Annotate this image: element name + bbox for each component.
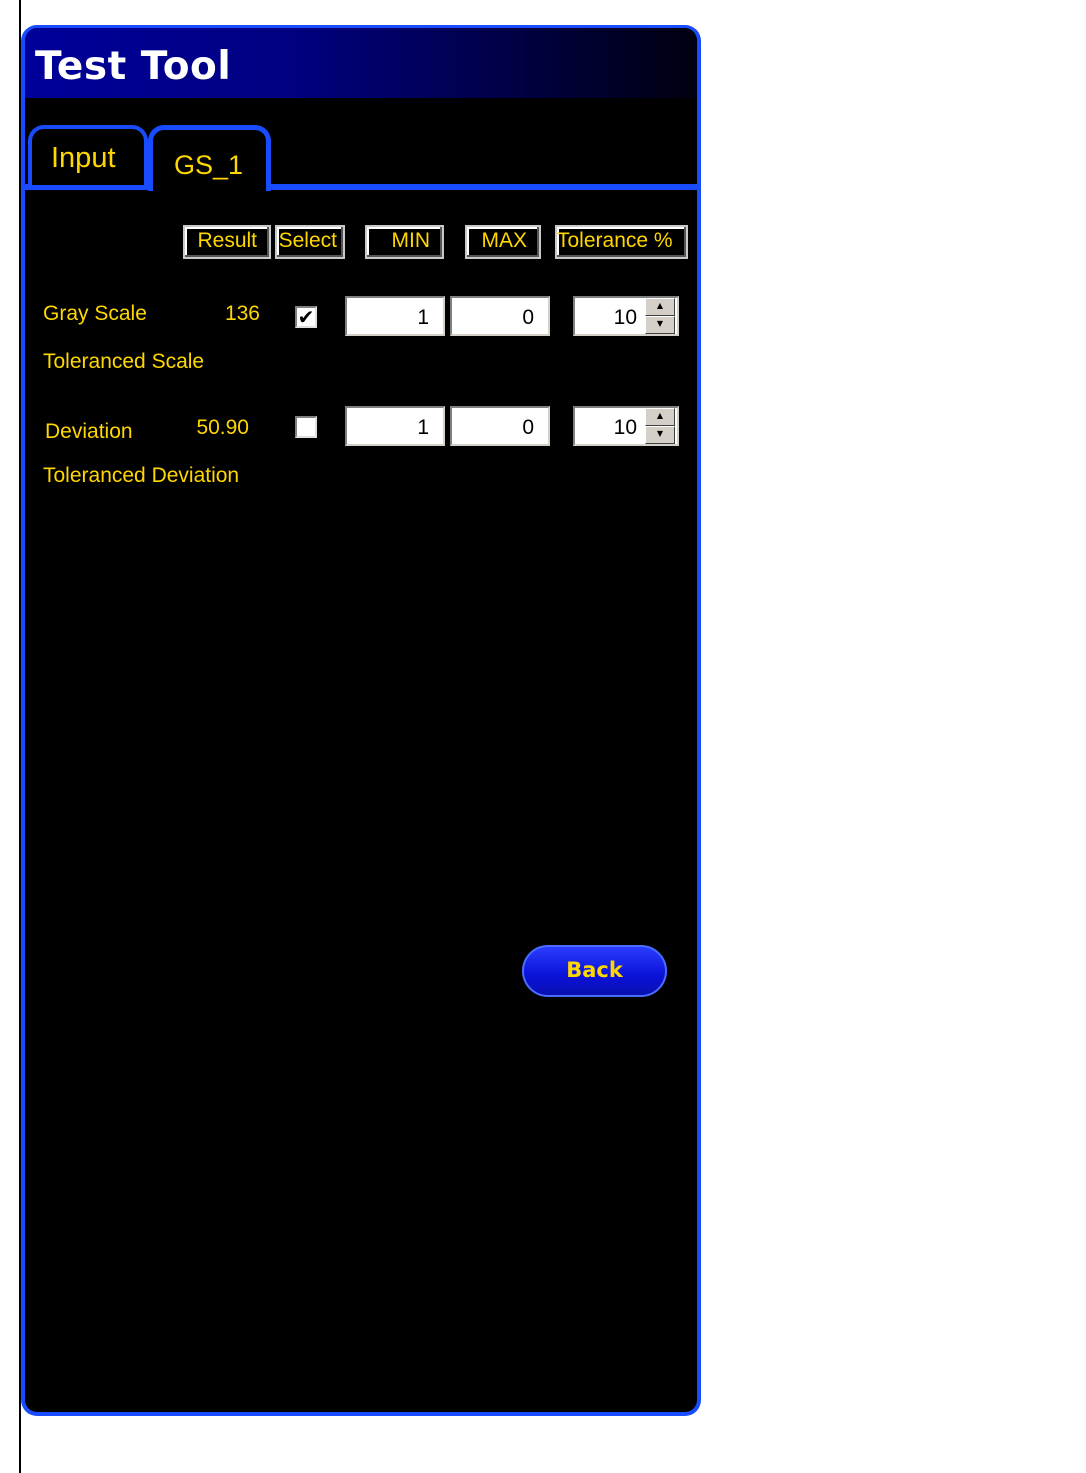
arrow-up-icon[interactable]: ▲	[645, 408, 675, 426]
result-deviation: 50.90	[196, 416, 249, 439]
max-field-gray-scale[interactable]: 0	[450, 296, 550, 336]
title-bar: Test Tool	[25, 28, 697, 98]
active-tab-gap	[153, 182, 266, 192]
arrow-down-icon[interactable]: ▼	[645, 316, 675, 334]
select-checkbox-deviation[interactable]	[295, 416, 317, 438]
result-gray-scale: 136	[224, 302, 260, 325]
row-label-gray-scale: Gray Scale	[43, 302, 147, 325]
tolerance-spinner-deviation[interactable]: ▲ ▼	[645, 408, 675, 444]
test-tool-window: Test Tool Input GS_1 Result Select MIN M…	[21, 25, 701, 1416]
column-header-select: Select	[275, 225, 345, 259]
arrow-up-icon[interactable]: ▲	[645, 298, 675, 316]
row-sublabel-toleranced-scale: Toleranced Scale	[43, 350, 205, 373]
row-sublabel-toleranced-deviation: Toleranced Deviation	[43, 464, 240, 487]
column-header-result: Result	[183, 225, 271, 259]
min-field-gray-scale[interactable]: 1	[345, 296, 445, 336]
column-header-min: MIN	[365, 225, 444, 259]
arrow-down-icon[interactable]: ▼	[645, 426, 675, 444]
check-icon: ✔	[297, 305, 315, 329]
column-header-max: MAX	[465, 225, 541, 259]
min-field-deviation[interactable]: 1	[345, 406, 445, 446]
tab-input[interactable]: Input	[28, 125, 148, 185]
window-title: Test Tool	[35, 44, 232, 89]
back-button[interactable]: Back	[522, 945, 667, 997]
tolerance-spinner-gray-scale[interactable]: ▲ ▼	[645, 298, 675, 334]
max-field-deviation[interactable]: 0	[450, 406, 550, 446]
column-header-tolerance: Tolerance %	[555, 225, 688, 259]
select-checkbox-gray-scale[interactable]: ✔	[295, 306, 317, 328]
row-label-deviation: Deviation	[45, 420, 133, 443]
